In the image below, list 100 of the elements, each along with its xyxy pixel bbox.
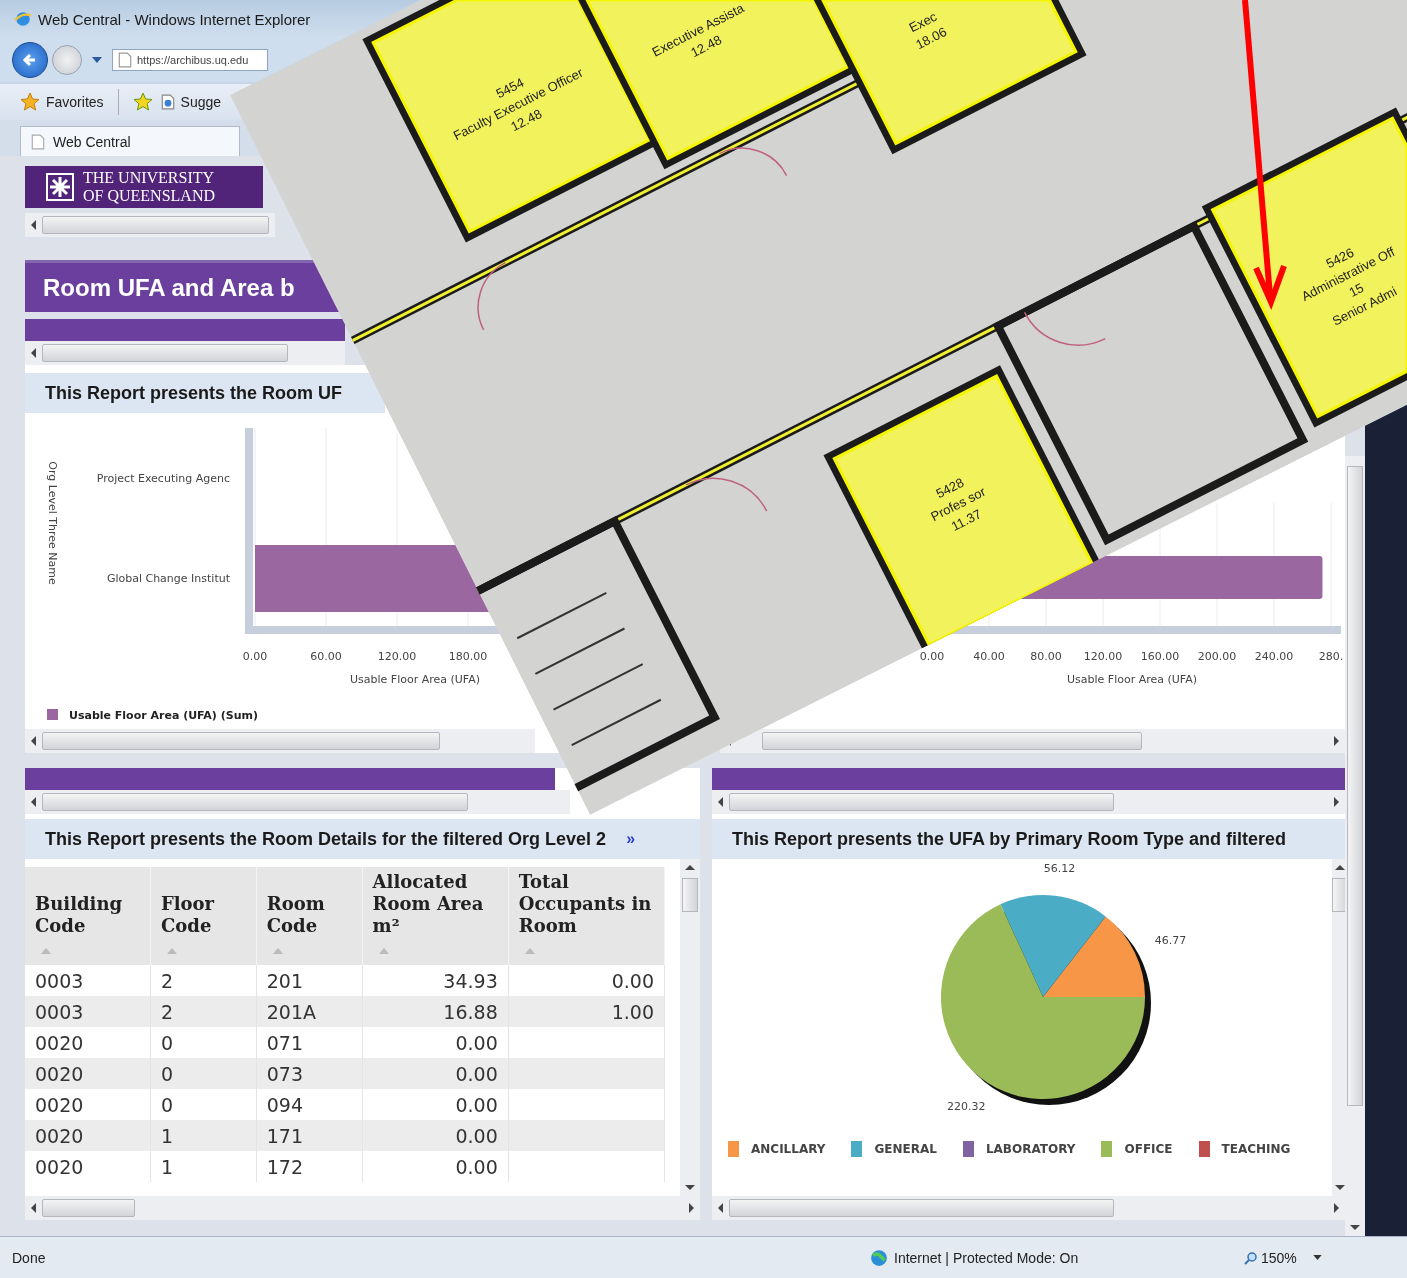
panel-title: This Report presents the Room Details for the filtered Org Level 2 [45, 828, 607, 850]
table-cell: 0 [160, 1031, 174, 1054]
horizontal-scrollbar[interactable] [25, 341, 345, 365]
tick-label: 160.00 [1140, 650, 1180, 663]
page-icon [160, 94, 175, 110]
room-label: 5428 Profes sor 11.37 [928, 474, 988, 534]
table-cell: 1.00 [611, 1000, 654, 1023]
tick-label: 0.00 [242, 650, 268, 663]
suggested-sites-button[interactable]: Sugge [160, 94, 222, 110]
legend-label: Usable Floor Area (UFA) (Sum) [69, 709, 258, 722]
caret-icon[interactable] [92, 57, 102, 63]
page-icon [118, 52, 132, 68]
table-cell: 0.00 [455, 1093, 498, 1116]
tick-label: 80.00 [1030, 650, 1062, 663]
table-cell: 0.00 [455, 1155, 498, 1178]
browser-tab[interactable]: Web Central [20, 126, 240, 156]
table-cell: 0020 [35, 1093, 84, 1116]
column-header[interactable]: Allocated Room Area m² [362, 867, 509, 965]
legend-swatch [47, 709, 58, 720]
tick-label: 60.00 [310, 650, 342, 663]
table-cell: 073 [266, 1062, 304, 1085]
tick-label: 240.00 [1254, 650, 1294, 663]
legend-label: OFFICE [1124, 1142, 1173, 1156]
horizontal-scrollbar[interactable] [720, 729, 1345, 753]
table-cell: 201A [266, 1000, 317, 1023]
table-cell: 071 [266, 1031, 304, 1054]
column-header[interactable]: Floor Code [150, 867, 257, 965]
table-cell: 0 [160, 1062, 174, 1085]
axis-title: Usable Floor Area (UFA) [1067, 673, 1197, 686]
table-cell: 0.00 [455, 1124, 498, 1147]
vertical-scrollbar[interactable] [680, 859, 700, 1196]
table-cell: 201 [266, 969, 304, 992]
category-label: Global Change Institut [106, 572, 230, 585]
back-button[interactable] [12, 42, 48, 78]
page-icon [31, 133, 45, 150]
table-cell: 0.00 [455, 1031, 498, 1054]
table-cell: 0020 [35, 1155, 84, 1178]
horizontal-scrollbar[interactable] [712, 790, 1345, 814]
magnifier-icon [1244, 1250, 1258, 1265]
tick-label: 0.00 [919, 650, 945, 663]
vertical-scrollbar[interactable] [1332, 859, 1345, 1196]
legend-label: ANCILLARY [751, 1142, 826, 1156]
crest-icon [45, 172, 75, 202]
horizontal-scrollbar[interactable] [25, 213, 275, 237]
vertical-scrollbar[interactable] [1345, 456, 1365, 1236]
data-label: 220.32 [947, 1100, 986, 1114]
sort-icon [41, 948, 51, 954]
zoom-button[interactable]: 150% [1244, 1249, 1297, 1266]
tick-label: 40.00 [973, 650, 1005, 663]
table-cell: 171 [266, 1124, 304, 1147]
sort-icon [166, 948, 177, 954]
university-name: THE UNIVERSITY OF QUEENSLAND [83, 169, 215, 205]
globe-icon [870, 1248, 888, 1267]
data-label: 56.12 [1043, 861, 1076, 875]
table-cell: 2 [160, 1000, 174, 1023]
horizontal-scrollbar[interactable] [712, 1196, 1345, 1220]
column-header[interactable]: Building Code [25, 867, 151, 965]
table-cell: 16.88 [443, 1000, 498, 1023]
page-title: Room UFA and Area b [43, 273, 295, 302]
room-label: Exec 18.06 [906, 8, 950, 53]
table-cell: 34.93 [443, 969, 498, 992]
table-cell: 0.00 [611, 969, 654, 992]
horizontal-scrollbar[interactable] [25, 790, 570, 814]
table-cell: 2 [160, 969, 174, 992]
legend-label: TEACHING [1221, 1142, 1291, 1156]
favorites-button[interactable]: Favorites [20, 92, 104, 112]
legend-label: GENERAL [874, 1142, 937, 1156]
table-cell: 0020 [35, 1124, 84, 1147]
data-label: 46.77 [1154, 933, 1187, 947]
horizontal-scrollbar[interactable] [25, 729, 535, 753]
table-cell: 172 [266, 1155, 304, 1178]
axis-title: Org Level Three Name [46, 461, 59, 585]
tick-label: 200.00 [1197, 650, 1237, 663]
axis-title: Usable Floor Area (UFA) [350, 673, 480, 686]
address-field[interactable]: https://archibus.uq.edu [112, 49, 268, 71]
window-title: Web Central - Windows Internet Explorer [38, 10, 311, 28]
sort-icon [272, 948, 283, 954]
forward-button[interactable] [52, 45, 82, 75]
table-cell: 0003 [35, 1000, 84, 1023]
table-cell: 0 [160, 1093, 174, 1116]
tick-label: 280. [1318, 650, 1344, 663]
table-cell: 0.00 [455, 1062, 498, 1085]
column-header[interactable]: Total Occupants in Room [508, 867, 665, 965]
star-icon [20, 92, 40, 112]
sort-icon [378, 948, 389, 954]
expand-link[interactable]: » [626, 830, 636, 848]
table-cell: 1 [160, 1155, 174, 1178]
tick-label: 120.00 [377, 650, 417, 663]
security-zone: Internet | Protected Mode: On [894, 1249, 1080, 1266]
table-cell: 0020 [35, 1062, 84, 1085]
tick-label: 180.00 [448, 650, 488, 663]
table-cell: 0020 [35, 1031, 84, 1054]
panel-title: This Report presents the UFA by Primary Room Type and filtered [732, 828, 1287, 850]
add-favorite-icon[interactable] [132, 92, 153, 112]
globe-e-icon [14, 10, 32, 28]
horizontal-scrollbar[interactable] [25, 1196, 700, 1220]
caret-icon[interactable] [1312, 1255, 1322, 1260]
column-header[interactable]: Room Code [256, 867, 363, 965]
status-text: Done [12, 1249, 47, 1266]
table-cell: 1 [160, 1124, 174, 1147]
